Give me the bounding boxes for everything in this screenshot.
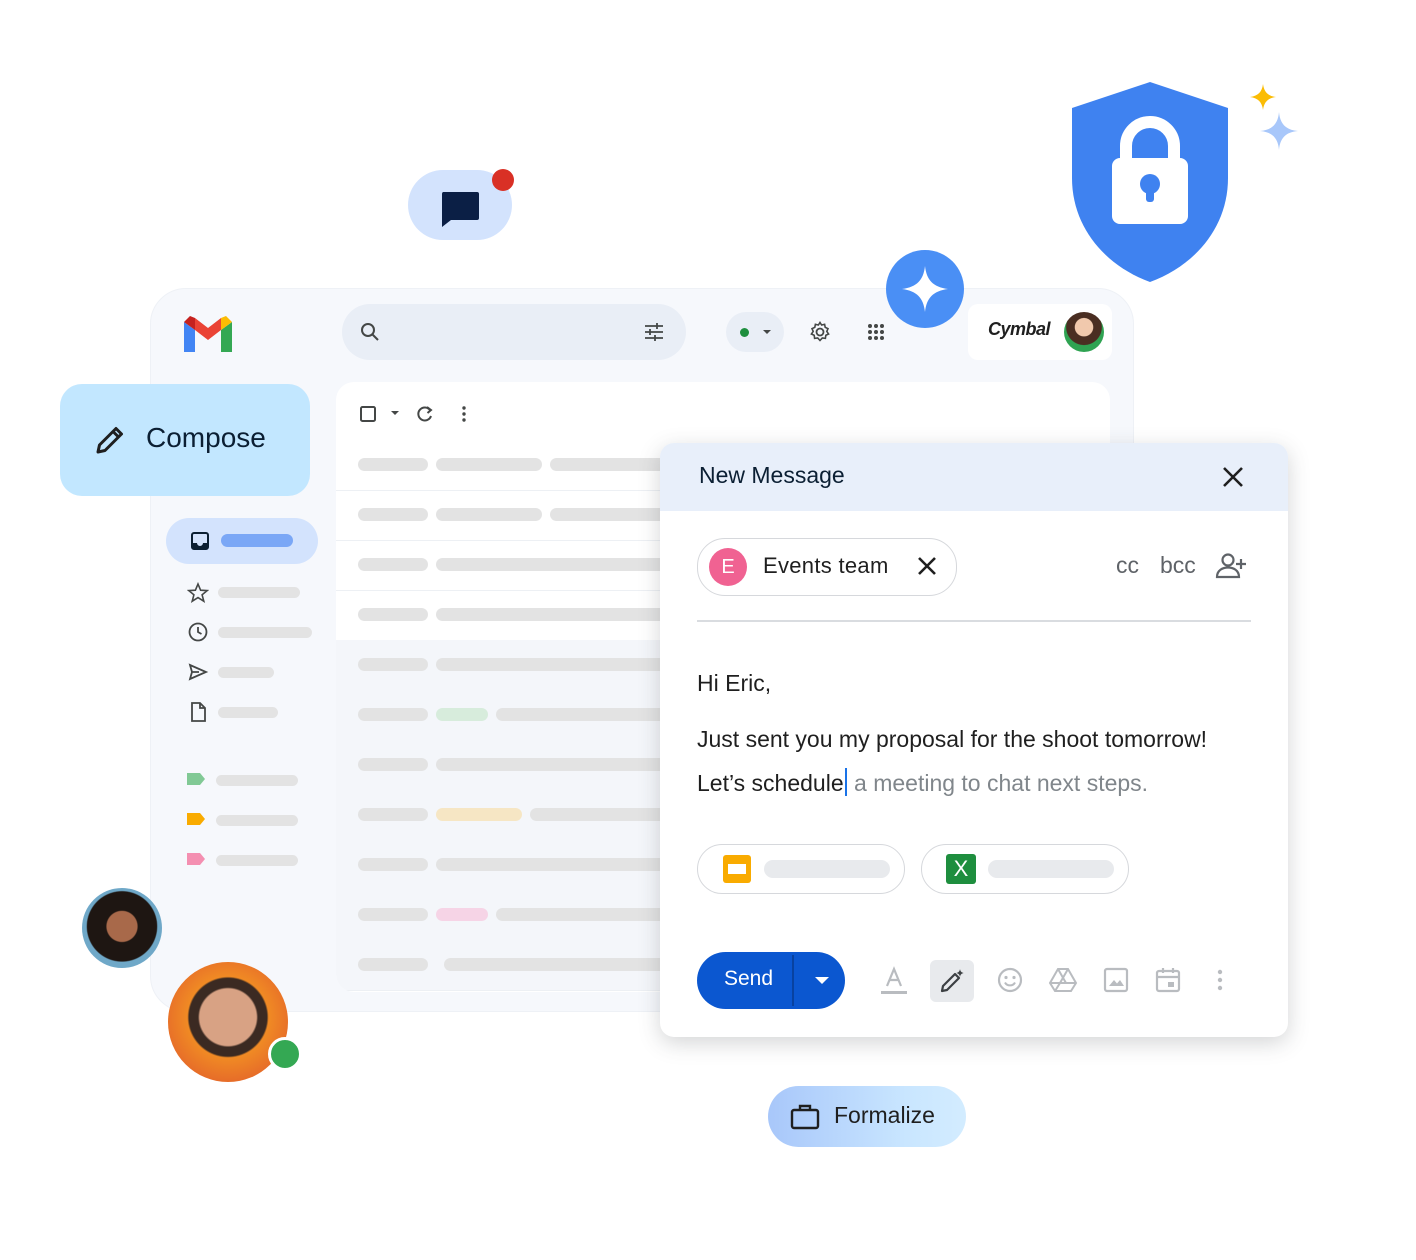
search-bar[interactable] [342, 304, 686, 360]
image-icon[interactable] [1102, 966, 1130, 994]
refresh-icon[interactable] [414, 403, 436, 425]
search-icon [361, 323, 379, 341]
sidebar-item-sent[interactable] [218, 667, 274, 678]
text-cursor [844, 768, 847, 796]
sidebar-item-starred[interactable] [218, 587, 300, 598]
sparkle-blue-icon [1260, 112, 1298, 150]
message-line-1: Just sent you my proposal for the shoot … [697, 726, 1208, 752]
help-me-write-button[interactable] [930, 960, 974, 1002]
slides-icon [723, 855, 751, 883]
sidebar-label-item[interactable] [216, 775, 298, 786]
online-status-dot [268, 1037, 302, 1071]
new-message-title: New Message [699, 462, 845, 488]
label-pink-icon[interactable] [186, 852, 206, 866]
avatar [168, 962, 288, 1082]
label-yellow-icon[interactable] [186, 812, 206, 826]
recipients-divider [697, 620, 1251, 622]
send-separator [792, 955, 794, 1006]
gmail-logo-icon [184, 316, 232, 352]
recipient-avatar: E [709, 548, 747, 586]
draft-icon[interactable] [187, 701, 209, 723]
smart-compose-suggestion: a meeting to chat next steps. [847, 770, 1149, 796]
gear-icon[interactable] [808, 320, 832, 344]
avatar [82, 888, 162, 968]
sidebar-item-snoozed[interactable] [218, 627, 312, 638]
send-label: Send [724, 967, 774, 990]
sidebar-item-label [221, 534, 293, 547]
label-green-icon[interactable] [186, 772, 206, 786]
clock-icon[interactable] [187, 621, 209, 643]
cc-button[interactable]: cc [1116, 552, 1139, 579]
inbox-icon [191, 532, 209, 550]
chevron-down-icon [763, 330, 771, 334]
add-recipient-icon[interactable] [1215, 552, 1253, 580]
status-selector[interactable] [726, 312, 784, 352]
attachment-name [764, 860, 890, 878]
calendar-icon[interactable] [1154, 966, 1182, 994]
message-line-2[interactable]: Let’s schedule a meeting to chat next st… [697, 768, 1148, 797]
select-all-checkbox[interactable] [358, 404, 378, 424]
sheets-icon: X [946, 854, 976, 884]
remove-recipient-icon[interactable] [914, 553, 940, 579]
drive-icon[interactable] [1048, 966, 1078, 994]
message-greeting: Hi Eric, [697, 670, 772, 696]
gemini-button[interactable] [886, 250, 964, 328]
shield-lock-icon [1072, 82, 1228, 282]
close-icon[interactable] [1220, 464, 1246, 490]
more-options-icon[interactable] [1210, 966, 1230, 994]
bcc-button[interactable]: bcc [1160, 552, 1196, 579]
attachment-chip[interactable] [697, 844, 905, 894]
notification-dot [492, 169, 514, 191]
sidebar-item-drafts[interactable] [218, 707, 278, 718]
sidebar-label-item[interactable] [216, 855, 298, 866]
pencil-icon [96, 427, 123, 454]
recipient-name: Events team [763, 553, 889, 578]
gemini-sparkle-icon [902, 266, 948, 312]
star-icon[interactable] [187, 582, 209, 604]
sidebar-label-item[interactable] [216, 815, 298, 826]
send-options-chevron-icon[interactable] [812, 972, 832, 990]
typed-text: Let’s schedule [697, 770, 844, 796]
apps-grid-icon[interactable] [864, 320, 888, 344]
briefcase-icon [790, 1104, 820, 1130]
send-icon[interactable] [187, 661, 209, 683]
account-avatar[interactable] [1064, 312, 1104, 352]
sparkle-gold-icon [1250, 84, 1276, 110]
attachment-chip[interactable]: X [921, 844, 1129, 894]
text-format-icon[interactable] [880, 966, 908, 996]
pen-sparkle-icon [940, 969, 964, 993]
status-dot [740, 328, 749, 337]
compose-label: Compose [146, 422, 266, 453]
account-name: Cymbal [988, 319, 1051, 339]
select-dropdown-icon[interactable] [390, 408, 400, 418]
attachment-name [988, 860, 1114, 878]
sidebar-item-inbox[interactable] [166, 518, 318, 564]
more-vert-icon[interactable] [456, 403, 472, 425]
formalize-label: Formalize [834, 1102, 935, 1128]
filter-options-icon[interactable] [642, 320, 666, 344]
emoji-icon[interactable] [996, 966, 1024, 994]
